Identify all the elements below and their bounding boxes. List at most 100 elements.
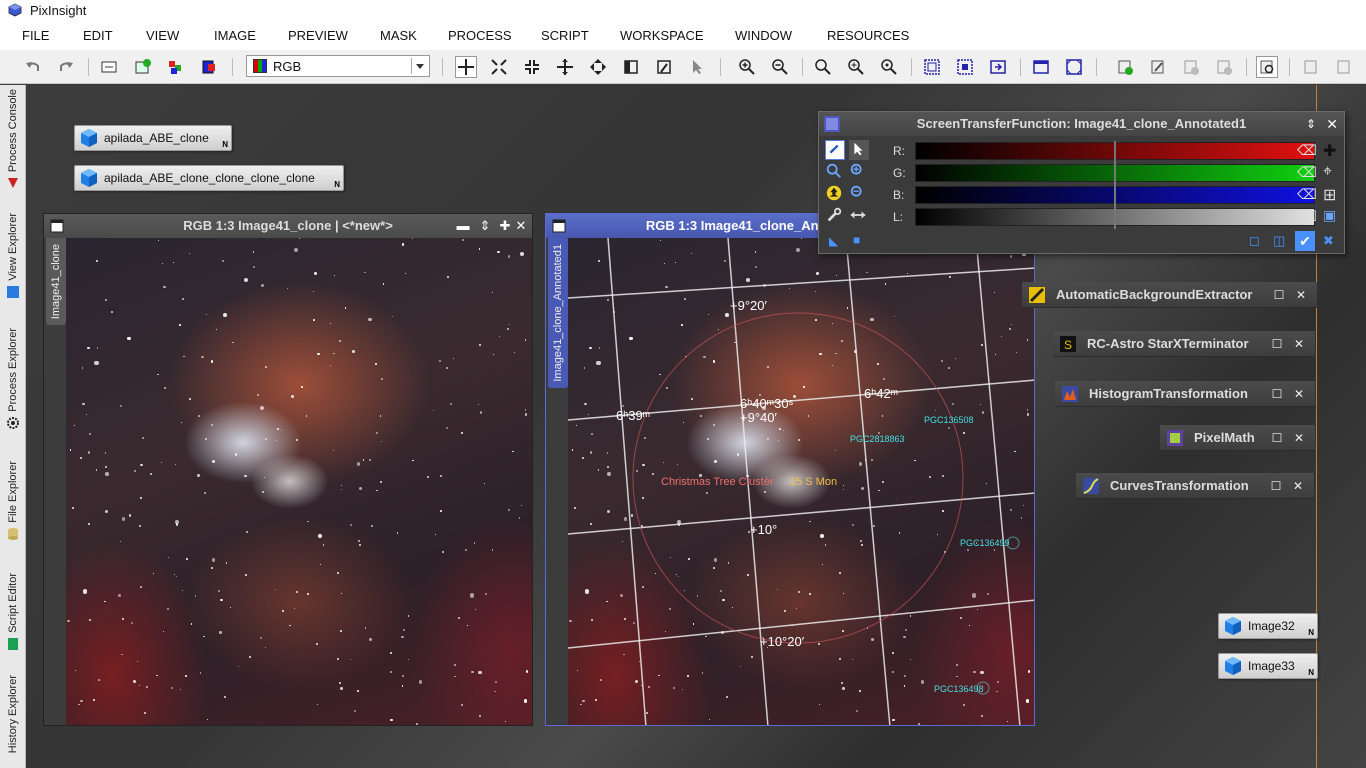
- midtones-slider[interactable]: [1114, 141, 1116, 163]
- zoom-icon[interactable]: [825, 162, 845, 182]
- zoom-in-mode-icon[interactable]: [488, 56, 510, 78]
- menu-workspace[interactable]: WORKSPACE: [620, 28, 704, 43]
- mask-view-icon[interactable]: [1256, 56, 1278, 78]
- readout-mode-icon[interactable]: [455, 56, 477, 78]
- track-view-icon[interactable]: ✚: [1323, 141, 1336, 161]
- process-icon-curves[interactable]: CurvesTransformation ☐ ✕: [1076, 473, 1314, 499]
- view-tab[interactable]: Image41_clone: [46, 238, 66, 326]
- restore-view-icon[interactable]: [1333, 56, 1355, 78]
- window-zoom-icon[interactable]: [987, 56, 1009, 78]
- menu-script[interactable]: SCRIPT: [541, 28, 589, 43]
- stf-green-bar[interactable]: [915, 163, 1315, 185]
- rgb-channels-icon[interactable]: [165, 56, 187, 78]
- fit-view-icon[interactable]: [921, 56, 943, 78]
- store-view-icon[interactable]: [1300, 56, 1322, 78]
- menu-edit[interactable]: EDIT: [83, 28, 113, 43]
- menu-file[interactable]: FILE: [22, 28, 49, 43]
- shade-icon[interactable]: ⇕: [1306, 117, 1316, 131]
- zoom-fit-icon[interactable]: [812, 56, 834, 78]
- close-icon[interactable]: ✕: [1293, 432, 1305, 444]
- menu-mask[interactable]: MASK: [380, 28, 417, 43]
- process-window-icon[interactable]: ☐: [1271, 338, 1283, 350]
- center-mode-icon[interactable]: [587, 56, 609, 78]
- midtones-slider[interactable]: [1114, 163, 1116, 185]
- view-tab[interactable]: Image41_clone_Annotated1: [548, 238, 568, 388]
- channel-extract-icon[interactable]: [198, 56, 220, 78]
- close-icon[interactable]: ✕: [1292, 480, 1304, 492]
- apply-global-icon[interactable]: ■: [853, 233, 860, 247]
- monitor-icon[interactable]: ▣: [1323, 207, 1336, 224]
- menu-preview[interactable]: PREVIEW: [288, 28, 348, 43]
- horizontal-stretch-icon[interactable]: [849, 206, 869, 226]
- pan-mode-icon[interactable]: [554, 56, 576, 78]
- tab-file-explorer[interactable]: File Explorer: [0, 461, 26, 541]
- documentation-icon[interactable]: ◫: [1273, 233, 1285, 249]
- zoom-out-icon[interactable]: [849, 184, 869, 204]
- zoom-in-icon[interactable]: [849, 162, 869, 182]
- preview-edit-icon[interactable]: [653, 56, 675, 78]
- process-icon-pixelmath[interactable]: PixelMath ☐ ✕: [1160, 425, 1315, 451]
- cancel-icon[interactable]: ✖: [1323, 233, 1334, 249]
- wrench-icon[interactable]: [825, 206, 845, 226]
- menu-view[interactable]: VIEW: [146, 28, 179, 43]
- zoom-custom-icon[interactable]: [878, 56, 900, 78]
- astro-image[interactable]: [66, 238, 532, 725]
- process-icon-abe[interactable]: AutomaticBackgroundExtractor ☐ ✕: [1022, 282, 1317, 308]
- zoom-out-icon[interactable]: [769, 56, 791, 78]
- pointer-icon[interactable]: [849, 140, 869, 160]
- window-title-bar[interactable]: RGB 1:3 Image41_clone | <*new*> ▬ ⇕ ✚ ✕: [44, 214, 532, 238]
- zoom-out-mode-icon[interactable]: [521, 56, 543, 78]
- close-icon[interactable]: ✕: [1295, 289, 1307, 301]
- process-icon-starxterminator[interactable]: S RC-Astro StarXTerminator ☐ ✕: [1053, 331, 1315, 357]
- desktop-icon-image[interactable]: apilada_ABE_clone_clone_clone_clone N: [74, 165, 344, 191]
- fit-window-icon[interactable]: [954, 56, 976, 78]
- menu-resources[interactable]: RESOURCES: [827, 28, 909, 43]
- minimize-icon[interactable]: ▬: [456, 219, 470, 233]
- midtones-slider[interactable]: [1114, 207, 1116, 229]
- add-preview-icon[interactable]: [1180, 56, 1202, 78]
- new-preview-icon[interactable]: [1114, 56, 1136, 78]
- new-instance-icon[interactable]: ◣: [829, 234, 838, 248]
- apply-icon[interactable]: ✔: [1295, 231, 1315, 251]
- tab-history-explorer[interactable]: History Explorer: [0, 675, 26, 753]
- tab-view-explorer[interactable]: View Explorer: [0, 213, 26, 299]
- redo-icon[interactable]: [55, 56, 77, 78]
- close-icon[interactable]: ✕: [1293, 338, 1305, 350]
- midtones-slider[interactable]: [1114, 185, 1116, 207]
- menu-process[interactable]: PROCESS: [448, 28, 512, 43]
- stf-blue-bar[interactable]: [915, 185, 1315, 207]
- tab-process-console[interactable]: Process Console: [0, 89, 26, 190]
- shade-icon[interactable]: ⇕: [478, 219, 492, 233]
- process-window-icon[interactable]: ☐: [1273, 289, 1285, 301]
- link-channels-icon[interactable]: [825, 140, 845, 160]
- reset-blue-icon[interactable]: ⌫: [1297, 186, 1317, 203]
- zoom-in-icon[interactable]: [736, 56, 758, 78]
- channel-select[interactable]: RGB: [246, 55, 430, 77]
- process-window-icon[interactable]: ☐: [1271, 432, 1283, 444]
- undo-icon[interactable]: [22, 56, 44, 78]
- maximize-window-icon[interactable]: [1063, 56, 1085, 78]
- reset-green-icon[interactable]: ⌫: [1297, 164, 1317, 181]
- crosshair-icon[interactable]: ⌖: [1323, 163, 1332, 181]
- process-window-icon[interactable]: ☐: [1271, 388, 1283, 400]
- target-icon[interactable]: ⊞: [1323, 185, 1336, 205]
- desktop-icon-image[interactable]: Image32 N: [1218, 613, 1318, 639]
- image-window-annotated[interactable]: RGB 1:3 Image41_clone_Annotated1 | <*new…: [545, 213, 1035, 726]
- menu-window[interactable]: WINDOW: [735, 28, 792, 43]
- maximize-icon[interactable]: ✚: [498, 219, 512, 233]
- stf-luminance-bar[interactable]: [915, 207, 1315, 229]
- zoom-1-1-icon[interactable]: [845, 56, 867, 78]
- tab-script-editor[interactable]: Script Editor: [0, 573, 26, 651]
- process-icon-histogram[interactable]: HistogramTransformation ☐ ✕: [1055, 381, 1315, 407]
- reset-luminance-icon[interactable]: ⌫: [1297, 208, 1317, 225]
- reset-icon[interactable]: ◻: [1249, 233, 1260, 249]
- tab-process-explorer[interactable]: Process Explorer: [0, 328, 26, 430]
- edit-preview-icon[interactable]: [1147, 56, 1169, 78]
- image-info-icon[interactable]: [98, 56, 120, 78]
- image-window-image41-clone[interactable]: RGB 1:3 Image41_clone | <*new*> ▬ ⇕ ✚ ✕ …: [43, 213, 533, 726]
- close-icon[interactable]: ✕: [1326, 116, 1338, 133]
- pointer-icon[interactable]: [686, 56, 708, 78]
- restore-window-icon[interactable]: [1030, 56, 1052, 78]
- menu-image[interactable]: IMAGE: [214, 28, 256, 43]
- reset-red-icon[interactable]: ⌫: [1297, 142, 1317, 159]
